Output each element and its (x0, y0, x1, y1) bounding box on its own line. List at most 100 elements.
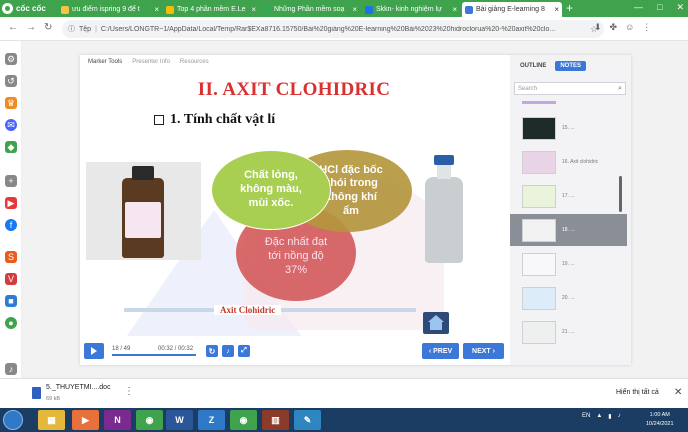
checkbox-bullet-icon (154, 115, 164, 125)
prev-button[interactable]: ‹ PREV (422, 343, 459, 359)
thumb-image (522, 286, 556, 310)
next-button[interactable]: NEXT › (463, 343, 504, 359)
coccoc-taskbar-icon-2[interactable]: ◉ (230, 410, 257, 430)
minimize-button[interactable]: — (634, 2, 643, 13)
zalo-icon[interactable]: Z (198, 410, 225, 430)
tray-chevron-icon[interactable]: ▲ (596, 413, 602, 420)
thumb-label: 16. Axit clohidric (562, 159, 599, 165)
close-download-bar-icon[interactable]: ✕ (674, 387, 682, 398)
home-button[interactable] (423, 312, 449, 334)
coccoc-green-icon[interactable]: ● (5, 317, 17, 329)
new-tab-button[interactable]: + (566, 1, 573, 15)
tab-label: ưu điểm ispring 9 để t (72, 6, 140, 13)
reload-icon[interactable]: ↻ (44, 22, 52, 33)
menu-icon[interactable]: ⋮ (642, 22, 651, 33)
window-controls: — □ ✕ (634, 2, 684, 13)
subtitle-text: 1. Tính chất vật lí (170, 112, 276, 127)
coccoc-taskbar-icon[interactable]: ◉ (136, 410, 163, 430)
replay-button[interactable]: ↻ (206, 345, 218, 357)
fullscreen-button[interactable]: ⤢ (238, 345, 250, 357)
volume-icon[interactable]: ♪ (618, 413, 621, 420)
history-icon[interactable]: ↺ (5, 75, 17, 87)
search-input[interactable]: Search ⌕ (514, 82, 626, 95)
slide-thumb[interactable]: 17. ... (510, 180, 627, 212)
progress-fill (112, 354, 196, 356)
language-indicator[interactable]: EN (582, 413, 590, 420)
tab-marker-tools[interactable]: Marker Tools (88, 59, 122, 65)
tab-label: Skkn- kinh nghiệm lự (376, 6, 442, 13)
crown-icon[interactable]: ♛ (5, 97, 17, 109)
tab-resources[interactable]: Resources (180, 59, 209, 65)
tab-notes[interactable]: NOTES (555, 61, 587, 71)
info-icon[interactable]: ⓘ (68, 24, 75, 34)
start-button[interactable] (3, 410, 23, 430)
browser-brand[interactable]: cốc cốc (2, 2, 56, 15)
tab-close-icon[interactable]: × (251, 5, 256, 14)
slide-subtitle: 1. Tính chất vật lí (154, 112, 275, 128)
settings-gear-icon[interactable]: ⚙ (5, 53, 17, 65)
browser-tab[interactable]: ưu điểm ispring 9 để t × (58, 2, 162, 17)
shopping-icon[interactable]: S (5, 251, 17, 263)
game-icon[interactable]: ◆ (5, 141, 17, 153)
play-button[interactable] (84, 343, 104, 359)
winrar-icon[interactable]: ▥ (262, 410, 289, 430)
back-icon[interactable]: ← (8, 22, 18, 33)
download-menu-icon[interactable]: ⋮ (124, 386, 134, 397)
progress-bar[interactable] (112, 354, 196, 356)
maximize-button[interactable]: □ (657, 2, 662, 13)
youtube-icon[interactable]: ▶ (5, 197, 17, 209)
onenote-icon[interactable]: N (104, 410, 131, 430)
app-icon[interactable]: ■ (5, 295, 17, 307)
url-scheme-label: Tệp (79, 25, 92, 33)
system-clock[interactable]: 1:00 AM 10/24/2021 (646, 411, 674, 429)
download-icon[interactable]: ⬇ (594, 22, 602, 33)
circle-text: Chất lỏng, không màu, mùi xốc. (240, 169, 302, 209)
download-filename[interactable]: 5._THUYETMI....doc (46, 384, 111, 391)
forward-icon[interactable]: → (26, 22, 36, 33)
word-icon[interactable]: W (166, 410, 193, 430)
slide-thumb[interactable]: 19. ... (510, 248, 627, 280)
thumb-image (522, 320, 556, 344)
volume-button[interactable]: ♪ (222, 345, 234, 357)
news-icon[interactable]: V (5, 273, 17, 285)
clear-bottle-photo (419, 155, 469, 263)
bottle-neck (437, 165, 451, 179)
tab-outline[interactable]: OUTLINE (515, 61, 551, 71)
system-tray: EN ▲ ▮ ♪ (582, 413, 621, 420)
tab-close-icon[interactable]: × (352, 5, 357, 14)
file-explorer-icon[interactable]: ▦ (38, 410, 65, 430)
download-bar: 5._THUYETMI....doc 69 kB ⋮ Hiển thị tất … (0, 378, 688, 408)
download-size: 69 kB (46, 396, 61, 402)
browser-tab[interactable]: Top 4 phần mềm E.Le × (163, 2, 259, 17)
bottle-label (125, 202, 161, 238)
network-icon[interactable]: ▮ (608, 413, 611, 420)
tab-close-icon[interactable]: × (154, 5, 159, 14)
slide-thumb[interactable]: 16. Axit clohidric (510, 146, 627, 178)
show-all-downloads-link[interactable]: Hiển thị tất cả (616, 389, 659, 396)
extension-puzzle-icon[interactable]: ✤ (610, 22, 618, 33)
slide-thumb[interactable]: 20. ... (510, 282, 627, 314)
tab-presenter-info[interactable]: Presenter Info (132, 59, 170, 65)
messenger-icon[interactable]: ✉ (5, 119, 17, 131)
media-player-icon[interactable]: ▶ (72, 410, 99, 430)
slide-thumb[interactable]: 15. ... (510, 112, 627, 144)
tab-close-icon[interactable]: × (554, 5, 559, 14)
slide-canvas: II. AXIT CLOHIDRIC 1. Tính chất vật lí Đ… (84, 70, 504, 336)
url-text: C:/Users/LONGTR~1/AppData/Local/Temp/Rar… (100, 25, 556, 33)
thumb-image (522, 184, 556, 208)
profile-icon[interactable]: ☺ (625, 22, 634, 33)
paint-icon[interactable]: ✎ (294, 410, 321, 430)
browser-tab[interactable]: Những Phần mềm soạ × (260, 2, 360, 17)
url-input[interactable]: ⓘ Tệp | C:/Users/LONGTR~1/AppData/Local/… (62, 20, 604, 38)
notification-bell-icon[interactable]: ♪ (5, 363, 17, 375)
tab-close-icon[interactable]: × (452, 5, 457, 14)
extension-icons: ⬇ ✤ ☺ ⋮ (594, 22, 651, 33)
close-window-button[interactable]: ✕ (676, 2, 684, 13)
slide-thumb[interactable]: 21. ... (510, 316, 627, 348)
facebook-icon[interactable]: f (5, 219, 17, 231)
add-panel-icon[interactable]: + (5, 175, 17, 187)
browser-tab-active[interactable]: Bài giảng E-learning 8 × (462, 2, 562, 17)
slide-thumb-selected[interactable]: 18. ... (510, 214, 627, 246)
sidebar-scrollbar[interactable] (619, 176, 622, 212)
browser-tab[interactable]: Skkn- kinh nghiệm lự × (362, 2, 460, 17)
